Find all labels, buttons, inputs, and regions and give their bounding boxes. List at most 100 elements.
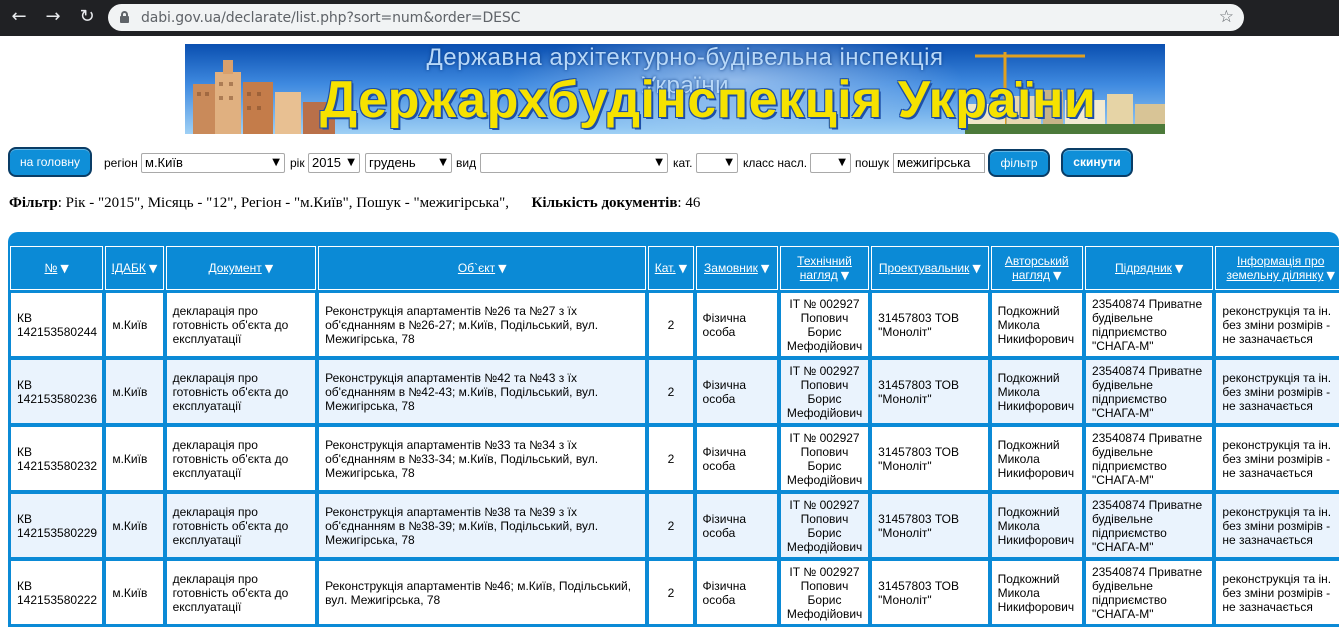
column-header-num[interactable]: № ▼ — [10, 246, 104, 290]
region-select[interactable]: м.Київ ▼ — [141, 153, 285, 173]
region-select-value: м.Київ — [145, 155, 183, 170]
document-count-value: : 46 — [677, 195, 701, 211]
cell-category: 2 — [648, 426, 694, 491]
cell-num: КВ 142153580244 — [10, 292, 104, 357]
year-label: рік — [290, 156, 305, 170]
table-row: КВ 142153580244 м.Київ декларація про го… — [10, 292, 1339, 357]
column-header-contractor[interactable]: Підрядник ▼ — [1084, 246, 1214, 290]
cell-land-info: реконструкція та ін. без зміни розмірів … — [1215, 493, 1339, 558]
cell-idabk: м.Київ — [105, 426, 164, 491]
filter-summary-text: : Рік - "2015", Місяць - "12", Регіон - … — [57, 195, 510, 211]
year-select[interactable]: 2015 ▼ — [308, 153, 360, 173]
document-count-label: Кількість документів — [531, 195, 678, 211]
cell-author-supervision: Подкожний Микола Никифорович — [990, 359, 1083, 424]
site-banner: Державна архітектурно-будівельна інспекц… — [185, 44, 1165, 134]
cell-object: Реконструкція апартаментів №38 та №39 з … — [318, 493, 647, 558]
cell-tech-supervision: ІТ № 002927 Попович Борис Мефодійович — [779, 560, 870, 625]
cell-tech-supervision: ІТ № 002927 Попович Борис Мефодійович — [779, 292, 870, 357]
column-header-document[interactable]: Документ ▼ — [165, 246, 317, 290]
cell-num: КВ 142153580236 — [10, 359, 104, 424]
chevron-down-icon: ▼ — [655, 157, 663, 168]
city-buildings-left-image — [193, 60, 335, 134]
class-label: класс насл. — [743, 156, 808, 170]
cell-category: 2 — [648, 292, 694, 357]
type-select[interactable]: ▼ — [480, 153, 668, 173]
cell-tech-supervision: ІТ № 002927 Попович Борис Мефодійович — [779, 426, 870, 491]
chevron-down-icon: ▼ — [439, 157, 447, 168]
sort-down-icon: ▼ — [1174, 262, 1184, 275]
cell-document: декларація про готовність об'єкта до екс… — [165, 493, 317, 558]
url-text: dabi.gov.ua/declarate/list.php?sort=num&… — [141, 10, 521, 26]
cell-designer: 31457803 ТОВ "Моноліт" — [871, 426, 989, 491]
cell-contractor: 23540874 Приватне будівельне підприємств… — [1084, 493, 1214, 558]
bookmark-star-icon[interactable]: ☆ — [1219, 7, 1234, 27]
cell-contractor: 23540874 Приватне будівельне підприємств… — [1084, 292, 1214, 357]
cell-object: Реконструкція апартаментів №46; м.Київ, … — [318, 560, 647, 625]
home-button[interactable]: на головну — [8, 147, 92, 177]
cell-num: КВ 142153580222 — [10, 560, 104, 625]
column-header-designer[interactable]: Проектувальник ▼ — [871, 246, 989, 290]
category-select[interactable]: ▼ — [696, 153, 738, 173]
column-header-idabk[interactable]: ІДАБК ▼ — [105, 246, 164, 290]
sort-down-icon: ▼ — [678, 262, 688, 275]
column-header-customer[interactable]: Замовник ▼ — [695, 246, 778, 290]
filter-summary: Фільтр: Рік - "2015", Місяць - "12", Рег… — [9, 195, 700, 212]
reset-button[interactable]: скинути — [1061, 148, 1133, 177]
type-label: вид — [456, 156, 477, 170]
cell-designer: 31457803 ТОВ "Моноліт" — [871, 292, 989, 357]
chevron-down-icon: ▼ — [838, 157, 846, 168]
year-select-value: 2015 — [312, 155, 341, 170]
table-row: КВ 142153580222 м.Київ декларація про го… — [10, 560, 1339, 625]
search-input[interactable]: межигірська — [893, 153, 985, 173]
cell-object: Реконструкція апартаментів №26 та №27 з … — [318, 292, 647, 357]
sort-down-icon: ▼ — [264, 262, 274, 275]
cell-idabk: м.Київ — [105, 292, 164, 357]
cell-author-supervision: Подкожний Микола Никифорович — [990, 292, 1083, 357]
column-header-object[interactable]: Об`єкт ▼ — [318, 246, 647, 290]
month-select-value: грудень — [369, 155, 416, 170]
cell-land-info: реконструкція та ін. без зміни розмірів … — [1215, 359, 1339, 424]
cell-document: декларація про готовність об'єкта до екс… — [165, 560, 317, 625]
banner-title: Держархбудінспекція України — [320, 71, 1097, 129]
cell-object: Реконструкція апартаментів №42 та №43 з … — [318, 359, 647, 424]
forward-arrow-icon[interactable]: → — [42, 6, 64, 28]
sort-down-icon: ▼ — [760, 262, 770, 275]
cell-idabk: м.Київ — [105, 359, 164, 424]
chevron-down-icon: ▼ — [725, 157, 733, 168]
column-header-land-info[interactable]: Інформація про земельну ділянку ▼ — [1215, 246, 1339, 290]
cell-customer: Фізична особа — [695, 426, 778, 491]
cell-designer: 31457803 ТОВ "Моноліт" — [871, 359, 989, 424]
table-header-row: № ▼ ІДАБК ▼ Документ ▼ Об`єкт ▼ Кат. ▼ Замовн… — [10, 246, 1339, 290]
sort-down-icon: ▼ — [1326, 269, 1335, 282]
cell-contractor: 23540874 Приватне будівельне підприємств… — [1084, 426, 1214, 491]
chevron-down-icon: ▼ — [347, 157, 355, 168]
cell-tech-supervision: ІТ № 002927 Попович Борис Мефодійович — [779, 359, 870, 424]
declarations-table: № ▼ ІДАБК ▼ Документ ▼ Об`єкт ▼ Кат. ▼ Замовн… — [8, 244, 1339, 627]
table-row: КВ 142153580229 м.Київ декларація про го… — [10, 493, 1339, 558]
filter-summary-label: Фільтр — [9, 195, 58, 211]
cell-document: декларація про готовність об'єкта до екс… — [165, 426, 317, 491]
filter-button[interactable]: фільтр — [988, 149, 1050, 177]
sort-down-icon: ▼ — [972, 262, 981, 275]
column-header-author-supervision[interactable]: Авторський нагляд ▼ — [990, 246, 1083, 290]
cell-idabk: м.Київ — [105, 560, 164, 625]
column-header-category[interactable]: Кат. ▼ — [648, 246, 694, 290]
browser-toolbar: ← → ↻ dabi.gov.ua/declarate/list.php?sor… — [0, 0, 1339, 36]
search-label: пошук — [855, 156, 890, 170]
sort-down-icon: ▼ — [1052, 269, 1062, 282]
cell-object: Реконструкція апартаментів №33 та №34 з … — [318, 426, 647, 491]
category-label: кат. — [673, 156, 693, 170]
cell-document: декларація про готовність об'єкта до екс… — [165, 292, 317, 357]
cell-customer: Фізична особа — [695, 493, 778, 558]
month-select[interactable]: грудень ▼ — [365, 153, 452, 173]
address-bar[interactable]: dabi.gov.ua/declarate/list.php?sort=num&… — [108, 4, 1244, 31]
reload-icon[interactable]: ↻ — [76, 6, 98, 28]
sort-down-icon: ▼ — [60, 262, 69, 275]
cell-land-info: реконструкція та ін. без зміни розмірів … — [1215, 292, 1339, 357]
column-header-tech-supervision[interactable]: Технічний нагляд ▼ — [779, 246, 870, 290]
cell-land-info: реконструкція та ін. без зміни розмірів … — [1215, 426, 1339, 491]
cell-num: КВ 142153580232 — [10, 426, 104, 491]
back-arrow-icon[interactable]: ← — [8, 6, 30, 28]
class-select[interactable]: ▼ — [810, 153, 851, 173]
cell-land-info: реконструкція та ін. без зміни розмірів … — [1215, 560, 1339, 625]
